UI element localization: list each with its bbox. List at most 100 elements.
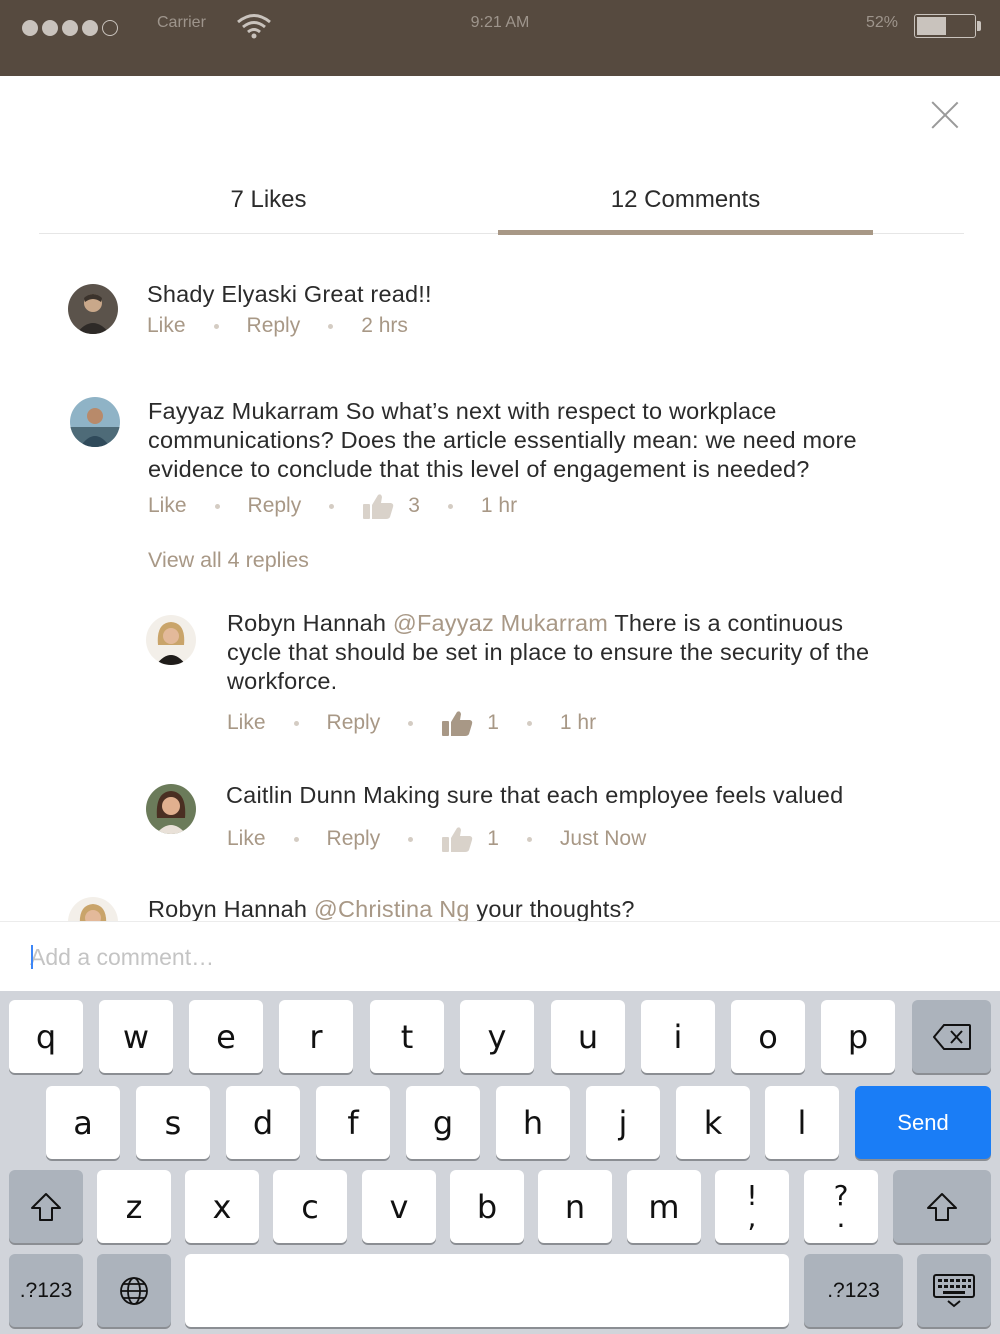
separator-dot (329, 503, 335, 509)
battery-percentage: 52% (866, 14, 899, 31)
globe-key[interactable] (97, 1254, 171, 1327)
comment-actions: Like Reply 2 hrs (147, 314, 408, 338)
comment-actions: Like Reply 1 1 hr (227, 709, 596, 737)
numbers-key-right[interactable]: .?123 (804, 1254, 903, 1327)
key-t[interactable]: t (370, 1000, 444, 1073)
key-e[interactable]: e (189, 1000, 263, 1073)
comment-mention[interactable]: @Fayyaz Mukarram (393, 610, 608, 636)
backspace-key[interactable] (912, 1000, 991, 1073)
key-a[interactable]: a (46, 1086, 120, 1159)
separator-dot (214, 503, 220, 509)
likes-count[interactable]: 3 (362, 492, 420, 520)
tab-bar: 7 Likes 12 Comments (39, 165, 964, 235)
key-d[interactable]: d (226, 1086, 300, 1159)
comment-bar (0, 921, 1000, 991)
like-button[interactable]: Like (227, 827, 266, 851)
comment-author[interactable]: Robyn Hannah (148, 896, 307, 922)
key-f[interactable]: f (316, 1086, 390, 1159)
comment-author[interactable]: Shady Elyaski (147, 281, 297, 307)
key-period-label: . (836, 1200, 846, 1234)
key-z[interactable]: z (97, 1170, 171, 1243)
key-m[interactable]: m (627, 1170, 701, 1243)
comment-author[interactable]: Fayyaz Mukarram (148, 398, 339, 424)
close-icon[interactable] (930, 100, 960, 130)
shift-icon (31, 1192, 61, 1221)
separator-dot (408, 720, 414, 726)
comment-text: Caitlin Dunn Making sure that each emplo… (226, 781, 946, 810)
likes-count-value: 1 (487, 711, 499, 734)
battery-icon (914, 14, 976, 38)
key-x[interactable]: x (185, 1170, 259, 1243)
avatar[interactable] (68, 897, 118, 922)
key-l[interactable]: l (765, 1086, 839, 1159)
key-g[interactable]: g (406, 1086, 480, 1159)
like-button[interactable]: Like (147, 314, 186, 338)
shift-icon (927, 1192, 957, 1221)
key-j[interactable]: j (586, 1086, 660, 1159)
keyboard-dismiss-icon (933, 1273, 975, 1307)
view-all-replies-link[interactable]: View all 4 replies (148, 548, 309, 573)
reply-button[interactable]: Reply (247, 314, 301, 338)
tab-likes[interactable]: 7 Likes (39, 165, 498, 234)
space-bar[interactable] (185, 1254, 789, 1327)
battery-tip (977, 21, 981, 31)
like-button[interactable]: Like (148, 494, 187, 518)
key-v[interactable]: v (362, 1170, 436, 1243)
avatar[interactable] (146, 784, 196, 834)
comment-text: Shady Elyaski Great read!! (147, 280, 947, 309)
hide-keyboard-key[interactable] (917, 1254, 991, 1327)
key-y[interactable]: y (460, 1000, 534, 1073)
likes-count-value: 1 (487, 827, 499, 850)
comment-text: Fayyaz Mukarram So what’s next with resp… (148, 397, 948, 484)
shift-key-left[interactable] (9, 1170, 83, 1243)
like-button[interactable]: Like (227, 711, 266, 735)
comment-timestamp: Just Now (559, 827, 647, 850)
key-u[interactable]: u (551, 1000, 625, 1073)
key-r[interactable]: r (279, 1000, 353, 1073)
send-button[interactable]: Send (855, 1086, 991, 1159)
likes-count[interactable]: 1 (441, 709, 499, 737)
separator-dot (293, 836, 299, 842)
key-n[interactable]: n (538, 1170, 612, 1243)
shift-key-right[interactable] (893, 1170, 991, 1243)
key-p[interactable]: p (821, 1000, 895, 1073)
backspace-icon (932, 1023, 971, 1050)
key-o[interactable]: o (731, 1000, 805, 1073)
key-exclamation-comma[interactable]: ! , (715, 1170, 789, 1243)
thumbs-up-icon (442, 711, 473, 736)
comment-text: Robyn Hannah @Christina Ng your thoughts… (148, 895, 948, 922)
key-comma-label: , (747, 1200, 757, 1234)
key-s[interactable]: s (136, 1086, 210, 1159)
key-w[interactable]: w (99, 1000, 173, 1073)
key-q[interactable]: q (9, 1000, 83, 1073)
reply-button[interactable]: Reply (327, 711, 381, 735)
comment-author[interactable]: Robyn Hannah (227, 610, 386, 636)
reply-button[interactable]: Reply (248, 494, 302, 518)
comment-mention[interactable]: @Christina Ng (314, 896, 470, 922)
comment-actions: Like Reply 3 1 hr (148, 492, 517, 520)
key-k[interactable]: k (676, 1086, 750, 1159)
key-c[interactable]: c (273, 1170, 347, 1243)
text-cursor (31, 945, 33, 969)
tab-comments[interactable]: 12 Comments (498, 165, 873, 234)
reply-button[interactable]: Reply (327, 827, 381, 851)
comment-author[interactable]: Caitlin Dunn (226, 782, 356, 808)
separator-dot (447, 503, 453, 509)
separator-dot (213, 323, 219, 329)
key-i[interactable]: i (641, 1000, 715, 1073)
key-h[interactable]: h (496, 1086, 570, 1159)
avatar[interactable] (146, 615, 196, 665)
comment-body: Making sure that each employee feels val… (356, 782, 844, 808)
keyboard: q w e r t y u i o p a s d f g h j k l Se… (0, 991, 1000, 1334)
comment-input[interactable] (30, 936, 970, 978)
comment-body: your thoughts? (469, 896, 635, 922)
thumbs-up-icon (442, 827, 473, 852)
numbers-key-left[interactable]: .?123 (9, 1254, 83, 1327)
comment-actions: Like Reply 1 Just Now (227, 825, 646, 853)
key-question-period[interactable]: ? . (804, 1170, 878, 1243)
globe-icon (120, 1276, 148, 1305)
avatar[interactable] (70, 397, 120, 447)
key-b[interactable]: b (450, 1170, 524, 1243)
likes-count[interactable]: 1 (441, 825, 499, 853)
avatar[interactable] (68, 284, 118, 334)
